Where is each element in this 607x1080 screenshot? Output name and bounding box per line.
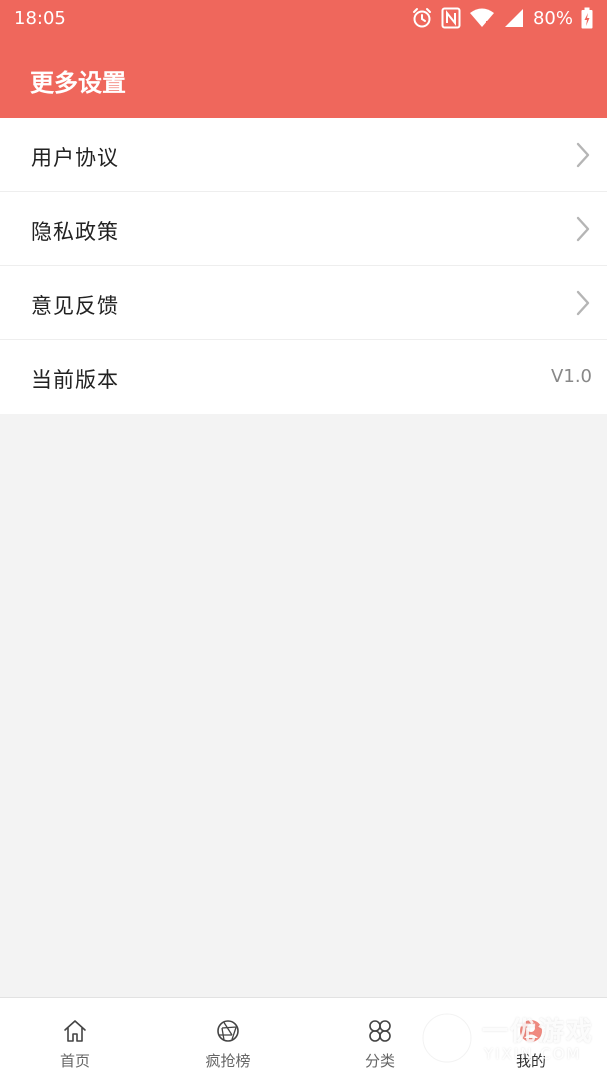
tab-label: 疯抢榜: [205, 1052, 251, 1070]
menu-item-label: 用户协议: [31, 146, 119, 170]
tab-home[interactable]: 首页: [0, 998, 150, 1080]
tab-label: 我的: [515, 1052, 546, 1070]
chevron-right-icon: [576, 290, 590, 316]
chevron-right-icon: [576, 142, 590, 168]
tab-category[interactable]: 分类: [305, 998, 455, 1080]
tab-mine[interactable]: 我的: [456, 998, 606, 1080]
app-header: 18:05 80% 更多设置: [0, 0, 607, 118]
battery-percent: 80%: [532, 7, 573, 29]
battery-icon: [581, 7, 593, 29]
bottom-tab-bar: 首页 疯抢榜 分类 我的: [0, 997, 607, 1080]
status-icons: 80%: [411, 6, 593, 30]
chevron-right-icon: [576, 216, 590, 242]
menu-item-label: 当前版本: [31, 368, 119, 392]
signal-icon: [504, 9, 523, 27]
aperture-icon: [217, 1020, 239, 1042]
settings-menu: 用户协议 隐私政策 意见反馈 当前版本 V1.0: [0, 118, 607, 414]
nfc-icon: [441, 7, 461, 29]
alarm-icon: [412, 8, 431, 28]
tab-label: 分类: [364, 1052, 395, 1070]
status-bar: 18:05 80%: [0, 0, 607, 36]
menu-item-feedback[interactable]: 意见反馈: [0, 266, 607, 340]
menu-item-current-version: 当前版本 V1.0: [0, 340, 607, 414]
wifi-icon: [469, 8, 494, 27]
version-value: V1.0: [551, 366, 592, 387]
menu-item-label: 隐私政策: [31, 220, 119, 244]
menu-item-privacy-policy[interactable]: 隐私政策: [0, 192, 607, 266]
profile-icon: [520, 1020, 542, 1042]
status-time: 18:05: [14, 8, 66, 29]
page-title: 更多设置: [30, 69, 126, 97]
menu-item-label: 意见反馈: [31, 294, 119, 318]
home-icon: [64, 1020, 86, 1042]
tab-label: 首页: [59, 1052, 90, 1070]
category-icon: [369, 1020, 391, 1042]
tab-rush-ranking[interactable]: 疯抢榜: [153, 998, 303, 1080]
menu-item-user-agreement[interactable]: 用户协议: [0, 118, 607, 192]
